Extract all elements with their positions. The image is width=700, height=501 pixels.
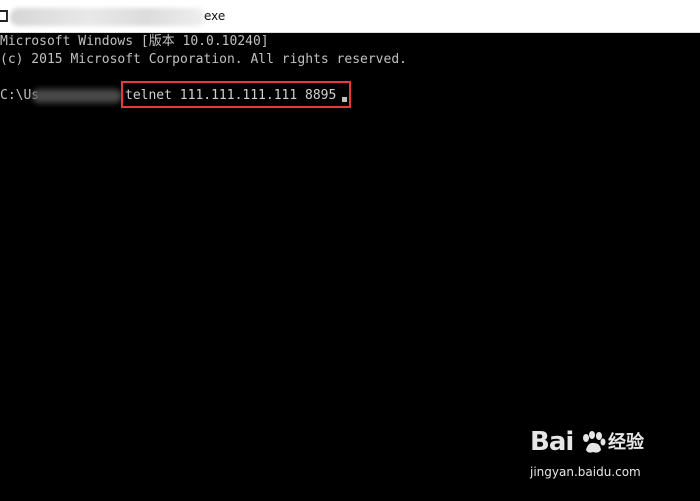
title-redacted [10,8,206,26]
console-icon [0,10,8,22]
command-prompt-window: exe Microsoft Windows [版本 10.0.10240] (c… [0,0,700,501]
text-cursor [342,97,347,102]
baidu-jingyan-watermark: Bai 经验 jingyan.baidu.com [530,427,660,487]
version-line: Microsoft Windows [版本 10.0.10240] [0,34,269,49]
watermark-suffix: 经验 [608,432,644,453]
paw-icon [583,431,606,453]
watermark-logo-text: Bai [530,427,574,457]
title-bar[interactable]: exe [0,0,700,33]
watermark-domain: jingyan.baidu.com [530,465,641,479]
window-title: exe [204,9,226,23]
command-text[interactable]: telnet 111.111.111.111 8895 [125,87,336,105]
prompt-redacted [32,89,122,103]
copyright-line: (c) 2015 Microsoft Corporation. All righ… [0,52,407,67]
